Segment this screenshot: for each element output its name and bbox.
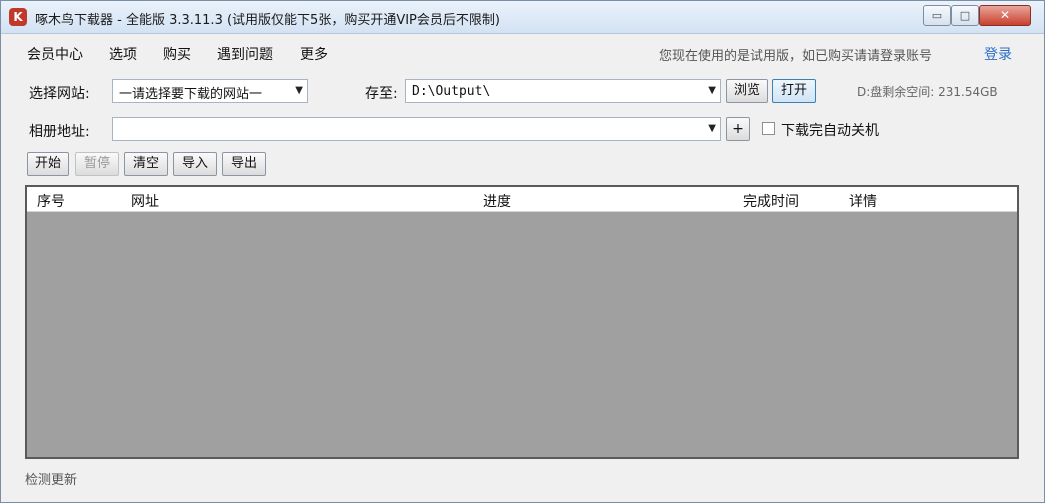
open-button[interactable]: 打开 bbox=[772, 79, 816, 103]
save-to-label: 存至: bbox=[365, 86, 398, 102]
menu-more[interactable]: 更多 bbox=[300, 44, 328, 64]
auto-shutdown-checkbox[interactable] bbox=[762, 122, 775, 135]
maximize-button[interactable]: □ bbox=[951, 5, 979, 26]
column-details[interactable]: 详情 bbox=[849, 191, 877, 211]
site-select-dropdown[interactable]: 一请选择要下载的网站一 ▼ bbox=[112, 79, 308, 103]
column-index[interactable]: 序号 bbox=[37, 191, 65, 211]
disk-space-info: D:盘剩余空间: 231.54GB bbox=[857, 85, 998, 99]
menu-options[interactable]: 选项 bbox=[109, 44, 137, 64]
close-button[interactable]: ✕ bbox=[979, 5, 1031, 26]
menu-member-center[interactable]: 会员中心 bbox=[27, 44, 83, 64]
save-path-value: D:\Output\ bbox=[412, 84, 491, 99]
column-url[interactable]: 网址 bbox=[131, 191, 159, 211]
auto-shutdown-label: 下载完自动关机 bbox=[781, 123, 879, 139]
start-button[interactable]: 开始 bbox=[27, 152, 69, 176]
login-link[interactable]: 登录 bbox=[984, 44, 1012, 64]
check-update-link[interactable]: 检测更新 bbox=[25, 469, 77, 488]
album-url-input[interactable]: ▼ bbox=[112, 117, 721, 141]
list-header: 序号 网址 进度 完成时间 详情 bbox=[27, 187, 1017, 212]
browse-button[interactable]: 浏览 bbox=[726, 79, 768, 103]
column-finish-time[interactable]: 完成时间 bbox=[743, 191, 799, 211]
menu-bar: 会员中心 选项 购买 遇到问题 更多 您现在使用的是试用版，如已购买请请登录账号… bbox=[1, 39, 1044, 65]
menu-problems[interactable]: 遇到问题 bbox=[217, 44, 273, 64]
export-button[interactable]: 导出 bbox=[222, 152, 266, 176]
column-progress[interactable]: 进度 bbox=[483, 191, 511, 211]
site-select-label: 选择网站: bbox=[29, 86, 90, 102]
download-list[interactable]: 序号 网址 进度 完成时间 详情 bbox=[25, 185, 1019, 459]
add-url-button[interactable]: + bbox=[726, 117, 750, 141]
import-button[interactable]: 导入 bbox=[173, 152, 217, 176]
minimize-button[interactable]: ▭ bbox=[923, 5, 951, 26]
save-path-dropdown[interactable]: D:\Output\ ▼ bbox=[405, 79, 721, 103]
main-window: K 啄木鸟下载器 - 全能版 3.3.11.3 (试用版仅能下5张，购买开通VI… bbox=[0, 0, 1045, 503]
menu-purchase[interactable]: 购买 bbox=[163, 44, 191, 64]
dropdown-arrow-icon: ▼ bbox=[708, 123, 716, 134]
app-logo-icon: K bbox=[9, 8, 27, 26]
title-bar[interactable]: K 啄木鸟下载器 - 全能版 3.3.11.3 (试用版仅能下5张，购买开通VI… bbox=[1, 1, 1044, 34]
album-url-label: 相册地址: bbox=[29, 124, 90, 140]
dropdown-arrow-icon: ▼ bbox=[295, 85, 303, 96]
pause-button[interactable]: 暂停 bbox=[75, 152, 119, 176]
site-select-value: 一请选择要下载的网站一 bbox=[119, 87, 263, 102]
trial-notice: 您现在使用的是试用版，如已购买请请登录账号 bbox=[659, 49, 933, 64]
dropdown-arrow-icon: ▼ bbox=[708, 85, 716, 96]
clear-button[interactable]: 清空 bbox=[124, 152, 168, 176]
window-title: 啄木鸟下载器 - 全能版 3.3.11.3 (试用版仅能下5张，购买开通VIP会… bbox=[35, 13, 500, 28]
